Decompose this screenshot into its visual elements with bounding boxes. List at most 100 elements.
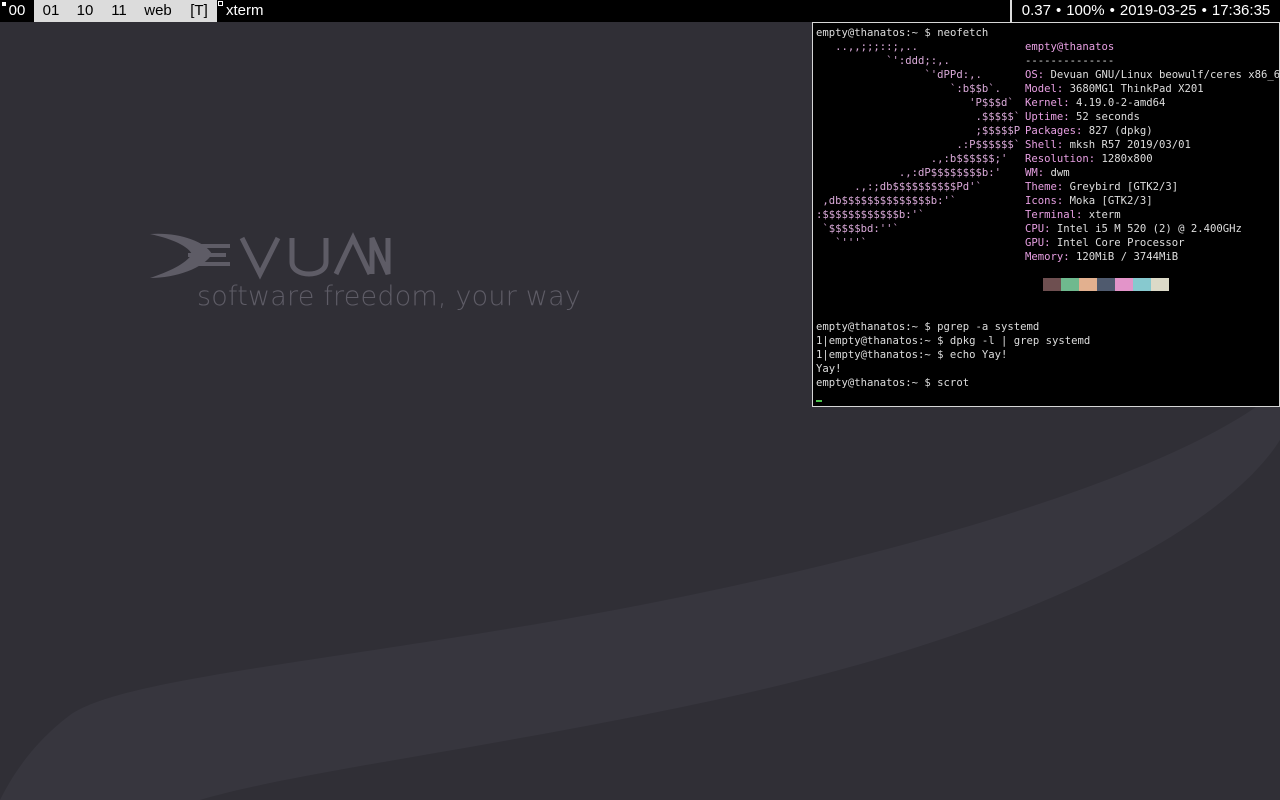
neofetch-info-row: Packages: 827 (dpkg)	[1025, 125, 1153, 137]
ascii-art-line: .$$$$$`	[816, 111, 1021, 123]
separator: •	[1055, 2, 1062, 19]
info-label: Model	[1025, 83, 1057, 95]
info-label: Kernel	[1025, 97, 1064, 109]
ascii-art-line: `'dPPd:,.	[816, 69, 982, 81]
info-value: 3680MG1 ThinkPad X201	[1069, 83, 1204, 95]
neofetch-info-row: Uptime: 52 seconds	[1025, 111, 1140, 123]
info-value: 52 seconds	[1076, 111, 1140, 123]
window-title-text: xterm	[226, 2, 264, 19]
info-value: xterm	[1088, 209, 1121, 221]
info-label: OS	[1025, 69, 1038, 81]
command-line: empty@thanatos:~ $ neofetch	[816, 26, 988, 40]
info-label: Packages	[1025, 125, 1077, 137]
palette-swatch	[1115, 278, 1133, 291]
neofetch-user-host: empty@thanatos	[1025, 41, 1115, 53]
neofetch-info-row: Icons: Moka [GTK2/3]	[1025, 195, 1153, 207]
info-value: Greybird [GTK2/3]	[1069, 181, 1179, 193]
tag-10[interactable]: 10	[68, 0, 102, 22]
load-average: 0.37	[1021, 2, 1051, 19]
info-label: Theme	[1025, 181, 1057, 193]
tag-11[interactable]: 11	[102, 0, 136, 22]
prompt: empty@thanatos:~ $	[816, 27, 938, 39]
terminal-cursor	[816, 400, 822, 402]
neofetch-info-row: OS: Devuan GNU/Linux beowulf/ceres x86_6…	[1025, 68, 1280, 82]
ascii-art-line: 'P$$$d`	[816, 97, 1014, 109]
info-label: Shell	[1025, 139, 1057, 151]
info-label: CPU	[1025, 223, 1045, 235]
palette-swatch	[1061, 278, 1079, 291]
xterm-window[interactable]: empty@thanatos:~ $ neofetch ..,,;;;::;,.…	[812, 22, 1280, 407]
info-label: Uptime	[1025, 111, 1064, 123]
ascii-art-line: `:b$$b`.	[816, 83, 1001, 95]
info-value: dwm	[1050, 167, 1070, 179]
tag-label: 00	[8, 2, 26, 19]
tag-01[interactable]: 01	[34, 0, 68, 22]
palette-swatch	[1043, 278, 1061, 291]
separator: •	[1201, 2, 1207, 19]
tag-occupied-indicator-icon	[2, 2, 6, 6]
info-value: Intel i5 M 520 (2) @ 2.400GHz	[1056, 223, 1242, 235]
date: 2019-03-25	[1119, 2, 1197, 19]
ascii-art-line: `'''`	[816, 237, 868, 249]
layout-symbol[interactable]: [T]	[182, 0, 216, 22]
info-label: Icons	[1025, 195, 1057, 207]
clock: 17:36:35	[1211, 2, 1271, 19]
tag-web[interactable]: web	[136, 0, 180, 22]
devuan-tagline: software freedom, your way	[197, 281, 581, 312]
neofetch-info-row: Memory: 120MiB / 3744MiB	[1025, 251, 1179, 263]
neofetch-info-row: Theme: Greybird [GTK2/3]	[1025, 181, 1179, 193]
neofetch-info-row: Kernel: 4.19.0-2-amd64	[1025, 97, 1166, 109]
neofetch-underline: --------------	[1025, 55, 1115, 67]
status-text: 0.37 • 100% • 2019-03-25 • 17:36:35	[1012, 0, 1280, 22]
ascii-art-line: :$$$$$$$$$$$$b:'`	[816, 209, 925, 221]
palette-swatch	[1025, 278, 1043, 291]
ascii-art-line: .:P$$$$$$`	[816, 139, 1021, 151]
info-value: 827 (dpkg)	[1088, 125, 1153, 137]
floating-indicator-icon	[218, 1, 223, 6]
palette-swatch	[1079, 278, 1097, 291]
palette-swatch	[1097, 278, 1115, 291]
info-label: WM	[1025, 167, 1038, 179]
neofetch-info-row: CPU: Intel i5 M 520 (2) @ 2.400GHz	[1025, 223, 1242, 235]
ascii-art-line: `':ddd;:,.	[816, 55, 950, 67]
info-label: Memory	[1025, 251, 1064, 263]
tag-label: web	[144, 2, 172, 19]
ascii-art-line: .,:;db$$$$$$$$$$Pd'`	[816, 181, 982, 193]
ascii-art-line: `$$$$$bd:''`	[816, 223, 899, 235]
tag-label: 01	[42, 2, 60, 19]
info-value: 4.19.0-2-amd64	[1076, 97, 1166, 109]
history-line: Yay!	[816, 363, 842, 375]
info-label: Resolution	[1025, 153, 1089, 165]
info-value: mksh R57 2019/03/01	[1069, 139, 1191, 151]
info-label: Terminal	[1025, 209, 1077, 221]
neofetch-info-row: Resolution: 1280x800	[1025, 153, 1153, 165]
command: neofetch	[937, 27, 989, 39]
desktop: software freedom, your way 00 01 10 11 w…	[0, 0, 1280, 800]
window-title: xterm	[217, 0, 1010, 22]
history-line: empty@thanatos:~ $ scrot	[816, 377, 970, 389]
history-line: 1|empty@thanatos:~ $ echo Yay!	[816, 349, 1008, 361]
tag-00[interactable]: 00	[0, 0, 34, 22]
palette-swatch	[1133, 278, 1151, 291]
info-label: GPU	[1025, 237, 1045, 249]
palette-swatch	[1151, 278, 1169, 291]
ascii-art-line: ,db$$$$$$$$$$$$$$b:'`	[816, 195, 957, 207]
neofetch-info-row: Model: 3680MG1 ThinkPad X201	[1025, 83, 1204, 95]
info-value: 120MiB / 3744MiB	[1076, 251, 1179, 263]
ascii-art-line: ..,,;;;::;,..	[816, 41, 919, 53]
neofetch-info-row: Shell: mksh R57 2019/03/01	[1025, 139, 1191, 151]
info-value: 1280x800	[1101, 153, 1153, 165]
neofetch-info-row: Terminal: xterm	[1025, 209, 1121, 221]
info-value: Devuan GNU/Linux beowulf/ceres x86_64	[1050, 69, 1280, 81]
ascii-art-line: ;$$$$$P	[816, 125, 1021, 137]
tag-label: 10	[76, 2, 94, 19]
battery-level: 100%	[1066, 2, 1105, 19]
tag-label: 11	[111, 2, 127, 19]
ascii-art-line: .,:dP$$$$$$$$b:'	[816, 167, 1001, 179]
neofetch-info-row: WM: dwm	[1025, 167, 1070, 179]
history-line: empty@thanatos:~ $ pgrep -a systemd	[816, 321, 1040, 333]
ascii-art-line: .,:b$$$$$$;'	[816, 153, 1008, 165]
status-bar: 00 01 10 11 web [T] xterm 0.37 • 100% • 2019…	[0, 0, 1280, 22]
neofetch-info-row: GPU: Intel Core Processor	[1025, 237, 1185, 249]
info-value: Intel Core Processor	[1056, 237, 1185, 249]
